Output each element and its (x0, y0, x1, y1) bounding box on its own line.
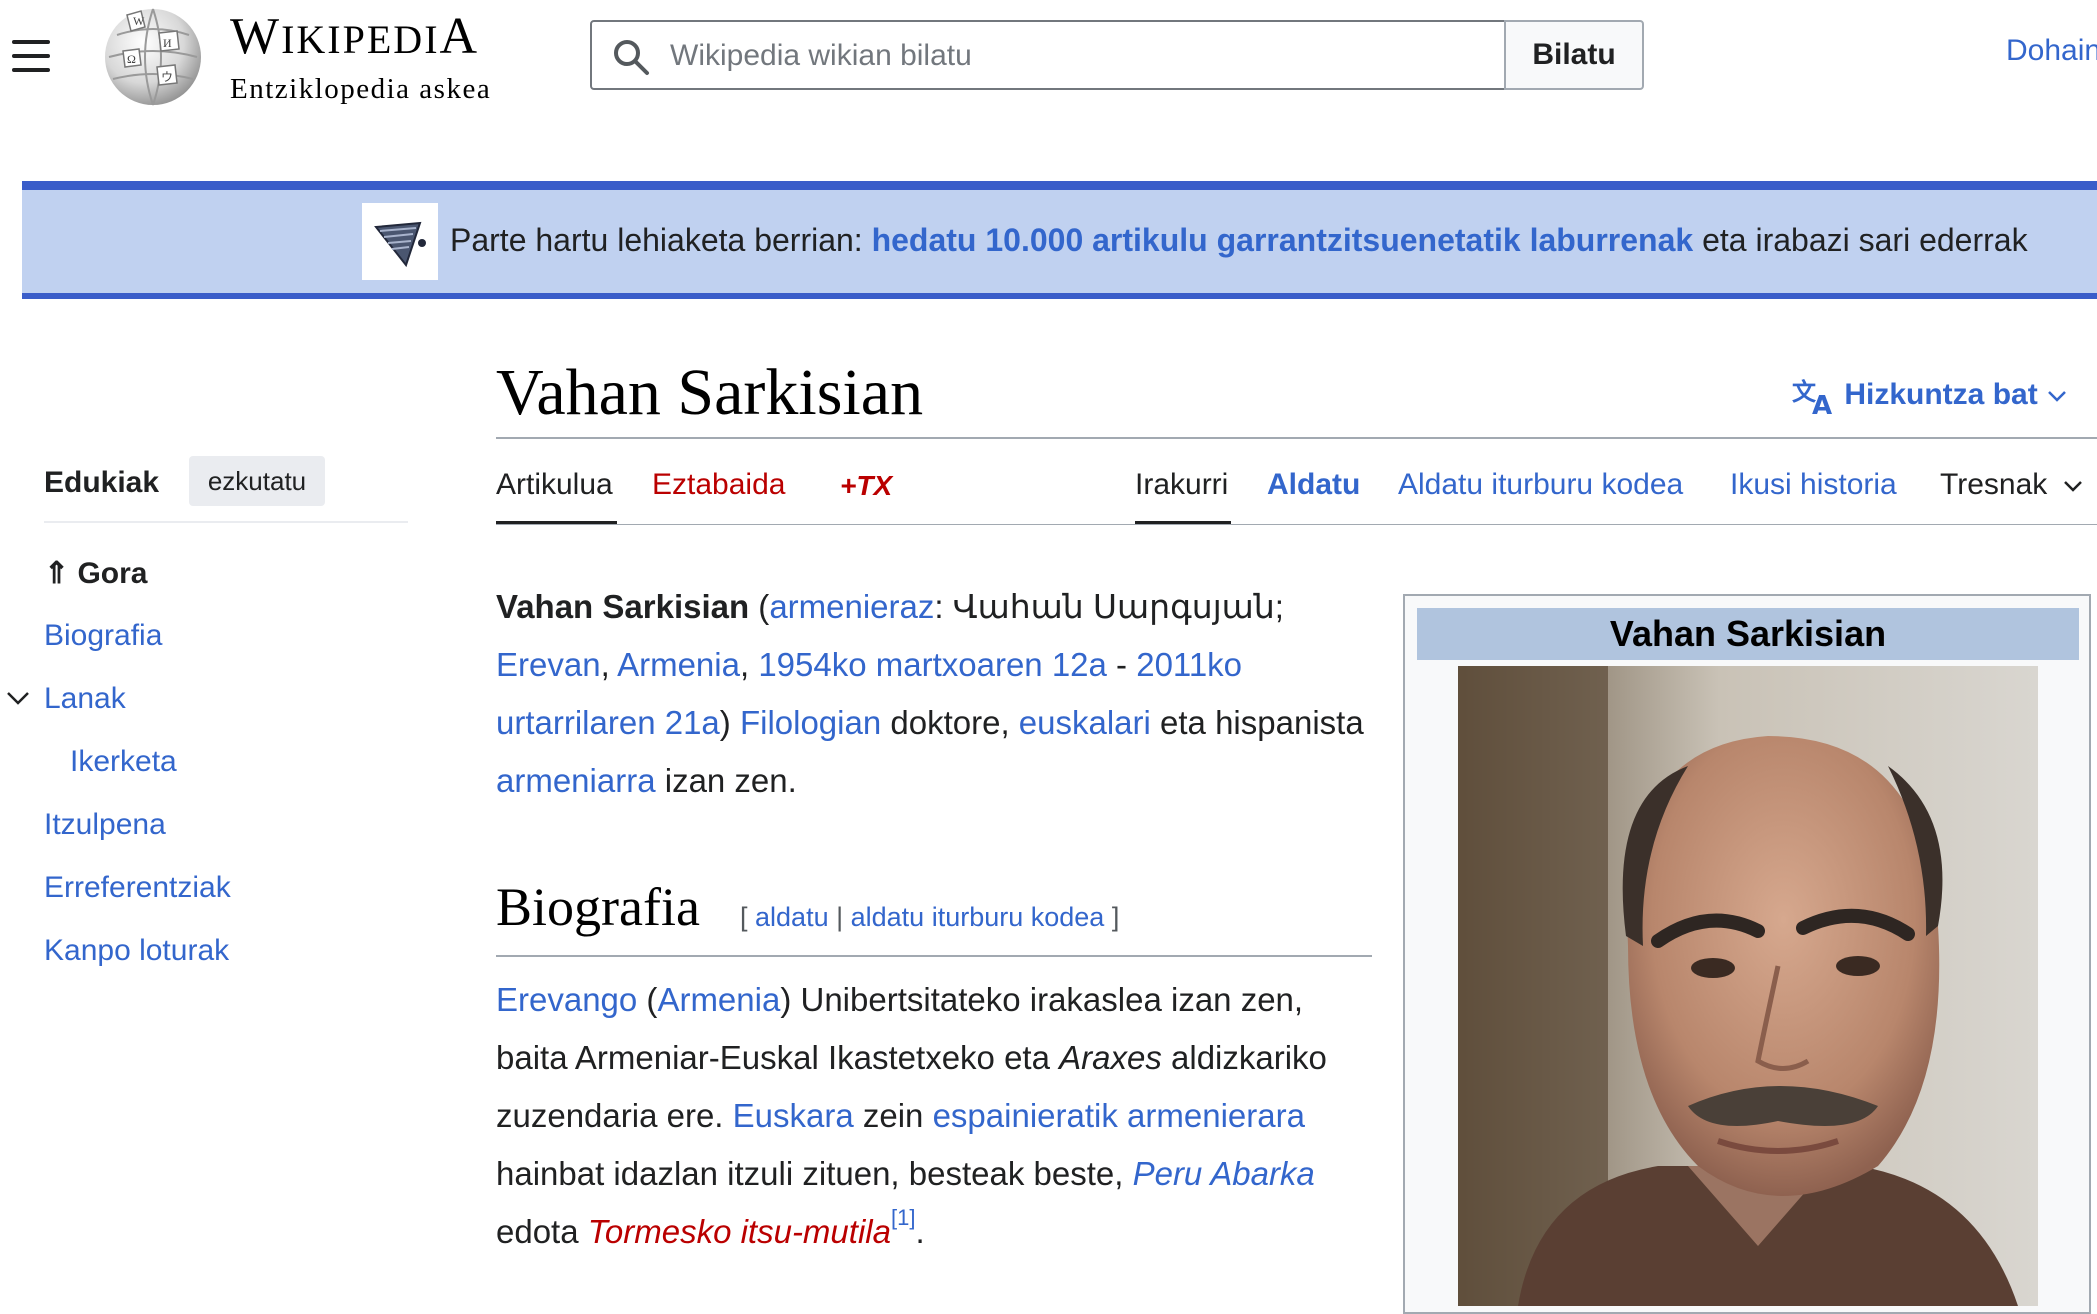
site-wordmark[interactable]: WIKIPEDIA Entziklopedia askea (230, 8, 530, 106)
intro-armenian-name: : Վահան Սարգսյան; (934, 588, 1284, 625)
intro-text: izan zen. (655, 762, 797, 799)
tools-menu-button[interactable]: Tresnak (1940, 468, 2084, 502)
link-euskalari[interactable]: euskalari (1019, 704, 1151, 741)
section-edit-link[interactable]: aldatu (755, 902, 829, 932)
search-input[interactable] (668, 22, 1492, 90)
main-menu-button[interactable] (8, 36, 52, 76)
tab-aldatu[interactable]: Aldatu (1267, 468, 1360, 502)
link-armenia-bio[interactable]: Armenia (657, 981, 780, 1018)
translate-icon: 文 A (1792, 378, 1832, 421)
toc-divider (44, 521, 408, 523)
biografia-paragraph: Erevango (Armenia) Unibertsitateko iraka… (496, 971, 1376, 1261)
toc-title: Edukiak (44, 466, 160, 499)
intro-text: doktore, (881, 704, 1019, 741)
link-armenieraz[interactable]: armenieraz (769, 588, 934, 625)
tab-aldatu-iturburu-kodea[interactable]: Aldatu iturburu kodea (1398, 468, 1683, 502)
page-title: Vahan Sarkisian (496, 356, 924, 429)
tools-menu-label: Tresnak (1940, 468, 2048, 501)
toc-item-lanak[interactable]: Lanak (44, 682, 126, 716)
svg-text:A: A (1812, 391, 1832, 416)
redlink-tormesko-itsu-mutila[interactable]: Tormesko itsu-mutila (588, 1213, 891, 1250)
tab-eztabaida[interactable]: Eztabaida (652, 468, 785, 502)
banner-prefix: Parte hartu lehiaketa berrian: (450, 222, 872, 258)
intro-text: ( (749, 588, 770, 625)
tabs-divider (496, 524, 2097, 525)
chevron-down-icon (2063, 481, 2082, 492)
banner-message: Parte hartu lehiaketa berrian: hedatu 10… (450, 222, 2028, 259)
search-form: Bilatu (590, 20, 1644, 90)
infobox: Vahan Sarkisian (1403, 594, 2091, 1314)
site-header: W И Ω ウ WIKIPEDIA Entziklopedia askea Bi… (0, 0, 2097, 115)
chevron-down-icon (2048, 391, 2066, 402)
section-heading-biografia: Biografia (496, 877, 700, 937)
hamburger-icon-bar (12, 40, 50, 44)
donate-link[interactable]: Dohain (2006, 34, 2097, 68)
search-box (590, 20, 1506, 90)
link-erevan[interactable]: Erevan (496, 646, 601, 683)
link-peru-abarka[interactable]: Peru Abarka (1133, 1155, 1315, 1192)
intro-paragraph: Vahan Sarkisian (armenieraz: Վահան Սարգս… (496, 578, 1376, 810)
toc-item-biografia[interactable]: Biografia (44, 619, 162, 653)
svg-text:W: W (133, 14, 145, 28)
bio-text: . (915, 1213, 925, 1250)
link-birth-date[interactable]: 1954ko martxoaren 12a (758, 646, 1107, 683)
section-edit-links: [ aldatu | aldatu iturburu kodea ] (740, 902, 1119, 933)
toc-item-itzulpena[interactable]: Itzulpena (44, 808, 166, 842)
link-euskara[interactable]: Euskara (733, 1097, 854, 1134)
bio-text: zein (853, 1097, 933, 1134)
link-armenia[interactable]: Armenia (617, 646, 740, 683)
banner-illustration-icon (362, 203, 438, 280)
chevron-down-icon[interactable] (6, 686, 30, 710)
wikipedia-globe-icon[interactable]: W И Ω ウ (97, 5, 208, 108)
svg-text:ウ: ウ (161, 70, 173, 84)
svg-text:И: И (163, 36, 172, 50)
search-icon (614, 40, 649, 75)
intro-text: , (600, 646, 618, 683)
language-button-label: Hizkuntza bat (1844, 377, 2038, 411)
language-button[interactable]: 文 A Hizkuntza bat (1792, 376, 2068, 422)
intro-text: - (1106, 646, 1137, 683)
toc-item-top[interactable]: ⇑ Gora (44, 556, 148, 591)
search-button[interactable]: Bilatu (1504, 20, 1644, 90)
link-espainieratik[interactable]: espainieratik (933, 1097, 1118, 1134)
banner-suffix: eta irabazi sari ederrak (1693, 222, 2028, 258)
separator: | (828, 902, 851, 932)
tab-ikusi-historia[interactable]: Ikusi historia (1730, 468, 1897, 502)
hamburger-icon-bar (12, 54, 50, 58)
toc-hide-button[interactable]: ezkutatu (189, 456, 325, 506)
campaign-banner: Parte hartu lehiaketa berrian: hedatu 10… (22, 181, 2097, 299)
svg-text:Ω: Ω (127, 52, 136, 66)
bio-text: ( (637, 981, 658, 1018)
bracket: ] (1104, 902, 1120, 932)
intro-text: eta hispanista (1150, 704, 1364, 741)
title-divider (496, 437, 2097, 439)
intro-text: , (739, 646, 759, 683)
tab-irakurri[interactable]: Irakurri (1135, 468, 1228, 502)
link-armenierara[interactable]: armenierara (1127, 1097, 1305, 1134)
reference-link[interactable]: [1] (891, 1205, 915, 1230)
section-edit-source-link[interactable]: aldatu iturburu kodea (851, 902, 1105, 932)
intro-name: Vahan Sarkisian (496, 588, 750, 625)
toc-item-erreferentziak[interactable]: Erreferentziak (44, 871, 231, 905)
wordmark-text: WIKIPEDIA (230, 8, 480, 65)
banner-link[interactable]: hedatu 10.000 artikulu garrantzitsueneta… (872, 222, 1694, 258)
toc-item-ikerketa[interactable]: Ikerketa (70, 745, 177, 779)
infobox-title: Vahan Sarkisian (1417, 608, 2079, 660)
bio-text: hainbat idazlan itzuli zituen, besteak b… (496, 1155, 1133, 1192)
tab-tx-gadget[interactable]: +TX (840, 470, 892, 502)
tab-artikulua[interactable]: Artikulua (496, 468, 613, 502)
toc-item-kanpo-loturak[interactable]: Kanpo loturak (44, 934, 229, 968)
link-filologian[interactable]: Filologian (740, 704, 881, 741)
link-erevango[interactable]: Erevango (496, 981, 637, 1018)
intro-text: ) (719, 704, 740, 741)
bio-text (1118, 1097, 1127, 1134)
site-tagline: Entziklopedia askea (230, 73, 492, 105)
portrait-photo[interactable] (1458, 666, 2038, 1306)
bracket: [ (740, 902, 756, 932)
hamburger-icon-bar (12, 68, 50, 72)
bio-text: edota (496, 1213, 588, 1250)
araxes-title: Araxes (1059, 1039, 1162, 1076)
section-divider (496, 955, 1372, 957)
link-armeniarra[interactable]: armeniarra (496, 762, 656, 799)
